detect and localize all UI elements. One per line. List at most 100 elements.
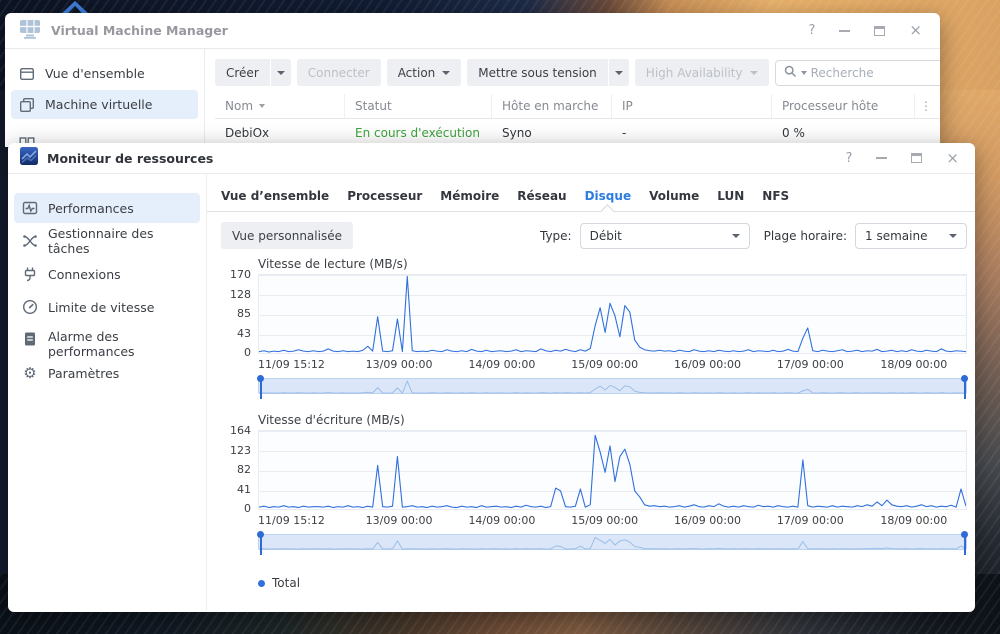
- type-label: Type:: [540, 229, 572, 243]
- tabs-divider: [207, 211, 975, 212]
- vmm-titlebar: Virtual Machine Manager ? ×: [5, 13, 940, 49]
- maximize-button[interactable]: [874, 26, 885, 36]
- sidebar-item-vue-densemble[interactable]: Vue d'ensemble: [11, 59, 198, 88]
- sidebar-item-label: Limite de vitesse: [48, 300, 154, 315]
- range-label: Plage horaire:: [764, 229, 847, 243]
- column-header-nom[interactable]: Nom: [215, 94, 345, 118]
- close-button[interactable]: ×: [946, 151, 959, 166]
- sidebar-item-label: Machine virtuelle: [45, 97, 152, 112]
- sidebar-item-label: Gestionnaire des tâches: [48, 226, 192, 256]
- chevron-down-icon: [442, 71, 450, 75]
- chevron-down-icon: [949, 234, 957, 238]
- minimize-button[interactable]: [876, 157, 887, 159]
- tab-volume[interactable]: Volume: [649, 189, 699, 205]
- time-range-select[interactable]: 1 semaine: [855, 223, 967, 249]
- sidebar-item-performances[interactable]: Performances: [14, 193, 200, 223]
- chart-plot-area: 17012885430: [258, 274, 967, 354]
- write-speed-chart: Vitesse d'écriture (MB/s) 16412382410 11…: [258, 413, 967, 550]
- sidebar-item-limite-vitesse[interactable]: Limite de vitesse: [14, 292, 200, 322]
- tab-memoire[interactable]: Mémoire: [440, 189, 499, 205]
- rm-titlebar: Moniteur de ressources ? ×: [8, 143, 975, 174]
- connect-button[interactable]: Connecter: [297, 59, 381, 86]
- column-settings-button[interactable]: ⋮: [915, 94, 937, 118]
- sidebar-item-machine-virtuelle[interactable]: Machine virtuelle: [11, 90, 198, 119]
- type-select[interactable]: Débit: [580, 223, 750, 249]
- overview-icon: [19, 66, 35, 82]
- tab-reseau[interactable]: Réseau: [517, 189, 566, 205]
- vmm-window-title: Virtual Machine Manager: [51, 23, 228, 38]
- x-axis-labels: 11/09 15:1213/09 00:0014/09 00:0015/09 0…: [258, 358, 967, 373]
- column-header-hote[interactable]: Hôte en marche: [492, 94, 612, 118]
- search-input[interactable]: [811, 66, 940, 80]
- rm-app-icon: [20, 147, 38, 169]
- vmm-app-icon: [19, 19, 41, 43]
- slider-handle-right[interactable]: [961, 531, 968, 555]
- image-icon: [19, 128, 35, 144]
- legend-label: Total: [272, 576, 300, 590]
- ellipsis-icon: ⋮: [920, 99, 932, 113]
- time-range-slider[interactable]: [258, 534, 967, 550]
- active-tab-notch: [601, 204, 614, 217]
- sidebar-item-label: Vue d'ensemble: [45, 66, 145, 81]
- tab-nfs[interactable]: NFS: [762, 189, 789, 205]
- cell-hote: Syno: [492, 126, 612, 140]
- create-button[interactable]: Créer: [215, 59, 270, 86]
- tab-disque[interactable]: Disque: [585, 189, 632, 205]
- cell-statut status-badge: En cours d'exécution: [345, 126, 492, 140]
- task-manager-icon: [22, 233, 38, 249]
- search-filter-caret-icon[interactable]: [801, 71, 807, 75]
- vmm-toolbar: Créer Connecter Action Mettre sous tensi…: [215, 59, 940, 86]
- legend-dot-icon: [258, 580, 265, 587]
- action-button[interactable]: Action: [387, 59, 462, 86]
- search-box[interactable]: [775, 60, 940, 86]
- chevron-down-icon: [277, 71, 285, 75]
- column-header-statut[interactable]: Statut: [345, 94, 492, 118]
- power-dropdown-button[interactable]: [609, 59, 629, 86]
- chart-legend[interactable]: Total: [258, 576, 975, 590]
- sidebar-item-parametres[interactable]: ⚙ Paramètres: [14, 358, 200, 388]
- create-dropdown-button[interactable]: [271, 59, 291, 86]
- sidebar-item-label: Performances: [48, 201, 134, 216]
- resource-monitor-window: Moniteur de ressources ? × Performances: [8, 143, 975, 612]
- cell-nom: DebiOx: [215, 126, 345, 140]
- slider-handle-left[interactable]: [257, 531, 264, 555]
- sidebar-item-alarme-performances[interactable]: Alarme des performances: [14, 325, 200, 355]
- power-on-button[interactable]: Mettre sous tension: [467, 59, 608, 86]
- tab-vue-densemble[interactable]: Vue d’ensemble: [221, 189, 329, 205]
- performance-icon: [22, 200, 38, 216]
- slider-handle-right[interactable]: [961, 375, 968, 399]
- chart-controls: Vue personnalisée Type: Débit Plage hora…: [221, 222, 967, 249]
- tab-lun[interactable]: LUN: [717, 189, 744, 205]
- chart-plot-area: 16412382410: [258, 430, 967, 510]
- custom-view-button[interactable]: Vue personnalisée: [221, 222, 353, 249]
- tab-processeur[interactable]: Processeur: [347, 189, 422, 205]
- column-header-ip[interactable]: IP: [612, 94, 772, 118]
- chart-title: Vitesse d'écriture (MB/s): [258, 413, 967, 427]
- maximize-button[interactable]: [911, 153, 922, 163]
- chart-title: Vitesse de lecture (MB/s): [258, 257, 967, 271]
- rm-sidebar: Performances Gestionnaire des tâches: [8, 174, 207, 611]
- minimize-button[interactable]: [839, 30, 850, 32]
- vmm-window: Virtual Machine Manager ? × Vue d'ensemb…: [5, 13, 940, 147]
- performance-alarm-icon: [22, 331, 38, 347]
- connections-icon: [22, 266, 38, 282]
- vm-icon: [19, 97, 35, 113]
- chevron-down-icon: [750, 71, 758, 75]
- column-header-cpu[interactable]: Processeur hôte: [772, 94, 915, 118]
- chevron-down-icon: [615, 71, 623, 75]
- chevron-down-icon: [732, 234, 740, 238]
- vm-table-header: Nom Statut Hôte en marche IP Processeur …: [215, 94, 940, 119]
- speed-limit-icon: [22, 299, 38, 315]
- table-row[interactable]: DebiOx En cours d'exécution Syno - 0 %: [215, 119, 940, 146]
- help-button[interactable]: ?: [846, 152, 853, 165]
- time-range-slider[interactable]: [258, 378, 967, 394]
- slider-handle-left[interactable]: [257, 375, 264, 399]
- settings-icon: ⚙: [22, 365, 38, 381]
- sidebar-item-gestionnaire-taches[interactable]: Gestionnaire des tâches: [14, 226, 200, 256]
- help-button[interactable]: ?: [809, 24, 816, 37]
- close-button[interactable]: ×: [909, 23, 922, 38]
- high-availability-button[interactable]: High Availability: [635, 59, 769, 86]
- sidebar-item-connexions[interactable]: Connexions: [14, 259, 200, 289]
- sidebar-item-label: Alarme des performances: [48, 330, 192, 360]
- sidebar-item-label: Connexions: [48, 267, 121, 282]
